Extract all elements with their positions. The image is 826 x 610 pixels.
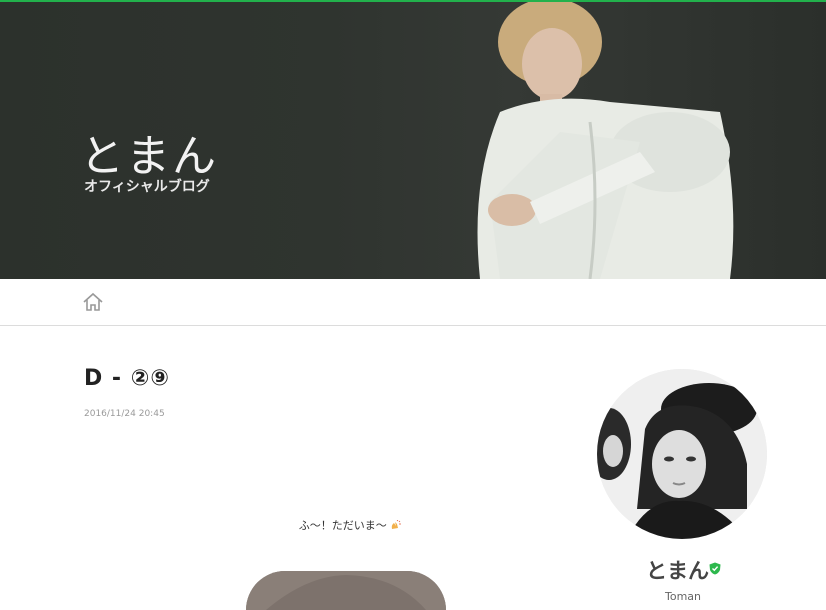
profile-name[interactable]: とまん xyxy=(646,555,709,585)
avatar[interactable] xyxy=(597,369,767,539)
clap-icon xyxy=(392,520,402,529)
blog-title[interactable]: とまん xyxy=(80,120,218,184)
entry-title[interactable]: D - ②⑨ xyxy=(84,366,170,391)
entry-body-text: ふ〜！ただいま〜 xyxy=(298,519,387,532)
entry-body: ふ〜！ただいま〜 xyxy=(250,517,450,533)
header-photo xyxy=(477,2,734,279)
blog-header: とまん オフィシャルブログ xyxy=(0,2,826,279)
home-icon[interactable] xyxy=(82,291,104,313)
verified-badge-icon xyxy=(709,562,721,575)
entry-date: 2016/11/24 20:45 xyxy=(84,409,165,419)
nav-bar xyxy=(0,279,826,326)
blog-subtitle: オフィシャルブログ xyxy=(84,179,210,195)
profile-name-en: Toman xyxy=(664,590,701,603)
entry-photo[interactable] xyxy=(246,571,446,610)
